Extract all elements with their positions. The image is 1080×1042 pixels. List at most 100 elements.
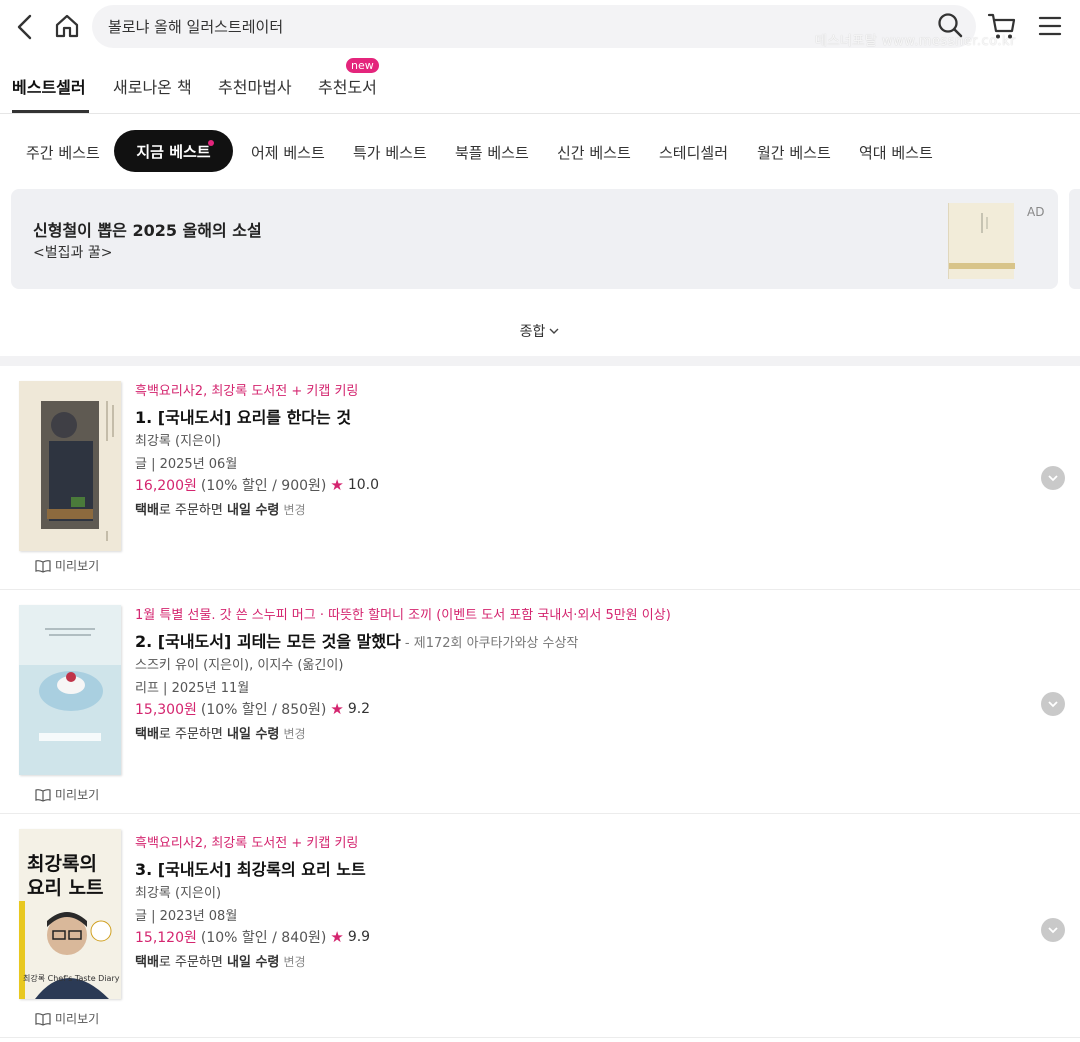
book-title[interactable]: 2. [국내도서] 괴테는 모든 것을 말했다 - 제172회 아쿠타가와상 수… <box>135 628 578 652</box>
ad-book-thumbnail <box>948 203 1015 279</box>
delivery-info: 택배로 주문하면 내일 수령 변경 <box>135 723 306 742</box>
delivery-info: 택배로 주문하면 내일 수령 변경 <box>135 499 306 518</box>
category-dropdown[interactable]: 종합 <box>0 306 1080 356</box>
book-open-icon <box>35 1012 51 1026</box>
chevron-down-icon <box>549 328 559 334</box>
book-discount: (10% 할인 / 850원) <box>200 702 327 718</box>
promo-text[interactable]: 흑백요리사2, 최강록 도서전 + 키캡 키링 <box>135 380 358 399</box>
expand-chevron-icon[interactable] <box>1041 692 1065 716</box>
delivery-method: 택배 <box>135 727 159 742</box>
book-title-text: 3. [국내도서] 최강록의 요리 노트 <box>135 860 366 879</box>
ad-thumbnail-strip <box>949 263 1015 269</box>
book-authors: 최강록 (지은이) <box>135 886 222 901</box>
book-list-item: 미리보기 1월 특별 선물. 갓 쓴 스누피 머그 · 따뜻한 할머니 조끼 (… <box>0 590 1080 814</box>
subtab-all-time[interactable]: 역대 베스트 <box>859 142 933 163</box>
cover-title-line1: 최강록의 <box>27 853 97 875</box>
book-authors: 최강록 (지은이) <box>135 434 222 449</box>
book-publisher-date: 글 | 2025년 06월 <box>135 457 238 472</box>
delivery-change-link[interactable]: 변경 <box>284 955 306 969</box>
star-icon: ★ <box>330 928 344 946</box>
top-bar: 볼로냐 올해 일러스트레이터 메스너포탈 www.messner.co.kr <box>0 0 1080 56</box>
subtab-weekly[interactable]: 주간 베스트 <box>26 142 100 163</box>
expand-chevron-icon[interactable] <box>1041 918 1065 942</box>
tab-new-books[interactable]: 새로나온 책 <box>113 74 192 98</box>
book-cover-image[interactable] <box>19 605 121 775</box>
book-title-text: 2. [국내도서] 괴테는 모든 것을 말했다 <box>135 632 401 651</box>
book-price: 15,300원 <box>135 702 197 718</box>
delivery-info: 택배로 주문하면 내일 수령 변경 <box>135 951 306 970</box>
preview-button[interactable]: 미리보기 <box>35 786 99 803</box>
book-authors: 스즈키 유이 (지은이), 이지수 (옮긴이) <box>135 658 344 673</box>
delivery-method: 택배 <box>135 955 159 970</box>
book-publisher-date: 리프 | 2025년 11월 <box>135 681 250 696</box>
book-award: - 제172회 아쿠타가와상 수상작 <box>400 636 579 651</box>
back-icon[interactable] <box>10 10 40 44</box>
book-price-line: 16,200원 (10% 할인 / 900원) ★ 10.0 <box>135 475 379 495</box>
book-list-item: 미리보기 흑백요리사2, 최강록 도서전 + 키캡 키링 1. [국내도서] 요… <box>0 366 1080 590</box>
tab-recommend-wizard[interactable]: 추천마법사 <box>218 74 292 98</box>
book-price: 15,120원 <box>135 930 197 946</box>
subtab-special-price[interactable]: 특가 베스트 <box>353 142 427 163</box>
subtab-now-label: 지금 베스트 <box>136 142 211 161</box>
main-tab-bar: 베스트셀러 새로나온 책 추천마법사 추천도서 <box>0 56 1080 114</box>
hamburger-menu-icon[interactable] <box>1036 12 1064 40</box>
tab-recommended-books[interactable]: 추천도서 <box>318 74 377 98</box>
delivery-change-link[interactable]: 변경 <box>284 727 306 741</box>
promo-text[interactable]: 1월 특별 선물. 갓 쓴 스누피 머그 · 따뜻한 할머니 조끼 (이벤트 도… <box>135 604 671 623</box>
subtab-bookple[interactable]: 북플 베스트 <box>455 142 529 163</box>
book-discount: (10% 할인 / 840원) <box>200 930 327 946</box>
new-indicator-dot <box>208 140 214 146</box>
book-price-line: 15,300원 (10% 할인 / 850원) ★ 9.2 <box>135 699 370 719</box>
delivery-change-link[interactable]: 변경 <box>284 503 306 517</box>
cover-title-line2: 요리 노트 <box>27 877 104 899</box>
book-open-icon <box>35 559 51 573</box>
home-icon[interactable] <box>50 9 84 43</box>
delivery-method: 택배 <box>135 503 159 518</box>
book-rating: 9.9 <box>347 929 371 945</box>
book-open-icon <box>35 788 51 802</box>
delivery-day: 내일 수령 <box>227 503 280 518</box>
book-title[interactable]: 3. [국내도서] 최강록의 요리 노트 <box>135 856 366 880</box>
expand-chevron-icon[interactable] <box>1041 466 1065 490</box>
tab-bestseller[interactable]: 베스트셀러 <box>12 74 86 98</box>
delivery-mid-text: 로 주문하면 <box>158 503 227 518</box>
ad-subtitle: <벌집과 꿀> <box>33 245 113 261</box>
preview-button[interactable]: 미리보기 <box>35 1010 99 1027</box>
ad-title: 신형철이 뽑은 2025 올해의 소설 <box>33 221 262 240</box>
book-title[interactable]: 1. [국내도서] 요리를 한다는 것 <box>135 404 351 428</box>
subtab-steady[interactable]: 스테디셀러 <box>659 142 728 163</box>
section-divider <box>0 356 1080 366</box>
delivery-day: 내일 수령 <box>227 727 280 742</box>
book-price-line: 15,120원 (10% 할인 / 840원) ★ 9.9 <box>135 927 370 947</box>
delivery-day: 내일 수령 <box>227 955 280 970</box>
subtab-now[interactable]: 지금 베스트 <box>114 130 233 172</box>
star-icon: ★ <box>330 476 344 494</box>
preview-label: 미리보기 <box>55 788 100 802</box>
star-icon: ★ <box>330 700 344 718</box>
subtab-yesterday[interactable]: 어제 베스트 <box>251 142 325 163</box>
book-price: 16,200원 <box>135 478 197 494</box>
book-cover-image[interactable] <box>19 381 121 551</box>
book-discount: (10% 할인 / 900원) <box>200 478 327 494</box>
active-tab-indicator <box>12 110 89 113</box>
subtab-new-release[interactable]: 신간 베스트 <box>557 142 631 163</box>
new-badge: new <box>346 58 379 73</box>
book-rating: 10.0 <box>347 477 379 493</box>
book-cover-image[interactable]: 최강록의 요리 노트 최강록 Chef's Taste Diary <box>19 829 121 999</box>
category-label: 종합 <box>519 324 546 340</box>
book-publisher-date: 글 | 2023년 08월 <box>135 909 238 924</box>
delivery-mid-text: 로 주문하면 <box>158 727 227 742</box>
preview-label: 미리보기 <box>55 559 100 573</box>
delivery-mid-text: 로 주문하면 <box>158 955 227 970</box>
search-query-text: 볼로냐 올해 일러스트레이터 <box>108 18 284 36</box>
cart-icon[interactable] <box>986 10 1018 42</box>
promo-text[interactable]: 흑백요리사2, 최강록 도서전 + 키캡 키링 <box>135 832 358 851</box>
preview-button[interactable]: 미리보기 <box>35 557 99 574</box>
ad-next-peek[interactable] <box>1069 189 1080 289</box>
preview-label: 미리보기 <box>55 1012 100 1026</box>
ad-banner[interactable]: 신형철이 뽑은 2025 올해의 소설 <벌집과 꿀> AD <box>11 189 1058 289</box>
book-rating: 9.2 <box>347 701 371 717</box>
subtab-monthly[interactable]: 월간 베스트 <box>757 142 831 163</box>
bestseller-filter-tabs: 주간 베스트 지금 베스트 어제 베스트 특가 베스트 북플 베스트 신간 베스… <box>0 114 1080 186</box>
ad-label: AD <box>1027 205 1045 219</box>
